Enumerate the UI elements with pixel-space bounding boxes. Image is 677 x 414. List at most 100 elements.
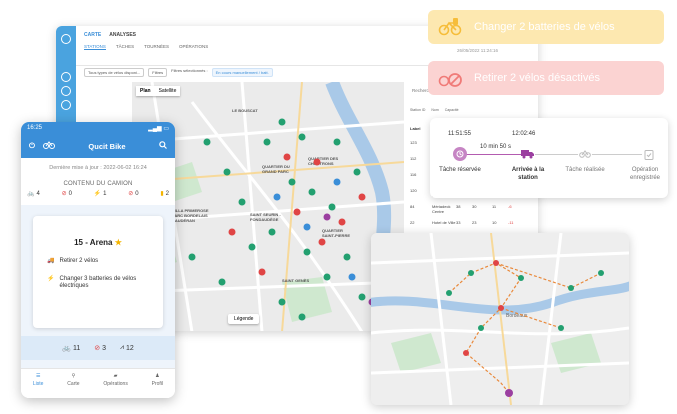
disabled-bike-icon: ⊘: [61, 191, 67, 197]
step-arrival-label: Arrivée à la station: [511, 167, 545, 181]
filters-button[interactable]: Filtres: [148, 68, 168, 77]
table-cell: -11: [508, 220, 514, 225]
station-nav-icon[interactable]: [61, 86, 71, 96]
table-cell: 11: [492, 204, 497, 209]
bike-icon[interactable]: [42, 141, 55, 151]
subtab-taches[interactable]: TÂCHES: [116, 44, 134, 50]
truck-count-battery: ▮ 2: [160, 190, 169, 198]
truck-nav-icon[interactable]: [61, 100, 71, 110]
person-icon: ♟: [155, 373, 160, 379]
notification-remove-bikes[interactable]: Retirer 2 vélos désactivés: [428, 61, 664, 95]
table-cell: 22: [410, 220, 415, 225]
map-satellite-tab[interactable]: Satellite: [155, 86, 181, 96]
nav-carte[interactable]: ⚲ Carte: [67, 369, 79, 398]
bike-icon: 🚲: [27, 191, 35, 197]
power-icon[interactable]: ⏻: [29, 141, 35, 151]
star-icon[interactable]: ★: [115, 238, 122, 247]
table-cell: 84: [410, 204, 415, 209]
last-update-text: Dernière mise à jour : 2022-06-02 16:24: [49, 165, 147, 171]
table-cell: 123: [410, 140, 417, 145]
task-remove-bikes: 🚚 Retirer 2 vélos: [47, 258, 99, 264]
logo-icon: [61, 34, 71, 44]
table-cell: Hotel de Ville: [432, 220, 456, 225]
table-cell: 23: [472, 220, 477, 225]
step-reserved-label: Tâche réservée: [439, 167, 481, 173]
table-filter-id[interactable]: Station ID: [410, 108, 425, 112]
station-title: 15 - Arena ★: [74, 238, 122, 247]
notification-text: Retirer 2 vélos désactivés: [474, 72, 600, 84]
ebike-battery-icon: [438, 18, 462, 36]
task-change-batteries: ⚡ Changer 3 batteries de vélos électriqu…: [47, 276, 137, 290]
filter-bar: Tous types de vélos disponi... Filtres F…: [84, 68, 273, 77]
route-map[interactable]: Bordeaux: [371, 233, 629, 405]
walk-icon: ⩘: [120, 344, 124, 351]
svg-text:LE BOUSCAT: LE BOUSCAT: [232, 108, 258, 113]
dashboard-date: 26/05/2022 11:24:16: [457, 48, 498, 53]
active-filter-chip[interactable]: En cours manuellement / batt.: [211, 68, 273, 77]
notification-change-batteries[interactable]: Changer 2 batteries de vélos: [428, 10, 664, 44]
table-row[interactable]: 22 Hotel de Ville 33 23 10 -11: [410, 220, 534, 225]
tab-analyses[interactable]: ANALYSES: [109, 32, 136, 38]
task-summary-counts: 🚲 11 ⊘ 3 ⩘ 12: [21, 336, 175, 360]
list-icon: ☰: [35, 373, 41, 379]
bike-task-icon: [578, 147, 592, 161]
mobile-app: 16:25 ▂▄▆ ▭ ⏻ Qucit Bike Dernière mise à…: [21, 122, 175, 398]
app-title: Qucit Bike: [88, 141, 126, 151]
disabled-bike-icon: [438, 73, 462, 87]
table-row[interactable]: 84 Mériadeck Centre 38 30 11 -6: [410, 204, 534, 214]
task-timeline: 11:51:55 12:02:46 10 min 50 s Tâche rése…: [430, 118, 668, 198]
map-pin-icon: ⚲: [71, 373, 76, 379]
truck-count-ebike: ⚡ 1: [93, 190, 107, 198]
table-filter-name[interactable]: Nom: [431, 108, 438, 112]
timeline-segment-done: [464, 154, 528, 155]
svg-text:FONDAUDÈGE: FONDAUDÈGE: [250, 217, 279, 222]
table-cell: 116: [410, 172, 417, 177]
bike-nav-icon[interactable]: [61, 72, 71, 82]
timeline-end-time: 12:02:46: [512, 131, 536, 137]
station-task-card[interactable]: 15 - Arena ★ 🚚 Retirer 2 vélos ⚡ Changer…: [33, 216, 163, 328]
tab-carte[interactable]: CARTE: [84, 32, 101, 38]
subtab-stations[interactable]: STATIONS: [84, 44, 106, 50]
status-bar: 16:25 ▂▄▆ ▭: [21, 122, 175, 134]
table-cell: Mériadeck Centre: [432, 204, 451, 214]
truck-count-disabled: ⊘ 0: [61, 190, 72, 198]
battery-icon: ▮: [160, 191, 164, 197]
truck-count-disabled-ebike: ⊘ 0: [128, 190, 139, 198]
svg-text:GRAND PARC: GRAND PARC: [262, 169, 289, 174]
nav-liste[interactable]: ☰ Liste: [33, 369, 44, 398]
map-plan-tab[interactable]: Plan: [136, 86, 155, 96]
ebike-icon: ⚡: [93, 191, 102, 197]
summary-disabled: ⊘ 3: [94, 344, 107, 353]
disabled-bike-icon: ⊘: [94, 345, 101, 352]
timeline-start-time: 11:51:55: [448, 131, 471, 137]
search-icon[interactable]: [159, 141, 167, 151]
truck-icon: ▰: [113, 373, 118, 379]
step-recorded-label: Opération enregistrée: [629, 167, 661, 181]
nav-operations[interactable]: ▰ Opérations: [103, 369, 127, 398]
status-time: 16:25: [27, 125, 43, 131]
truck-counts: 🚲 4 ⊘ 0 ⚡ 1 ⊘ 0 ▮ 2: [21, 187, 175, 200]
disabled-ebike-icon: ⊘: [128, 191, 134, 197]
col-label[interactable]: Label: [410, 126, 432, 131]
table-cell: 38: [456, 204, 461, 209]
clipboard-icon: [642, 147, 656, 161]
truck-icon: 🚚: [47, 258, 55, 264]
legend-button[interactable]: Légende: [228, 314, 260, 324]
subtab-operations[interactable]: OPÉRATIONS: [179, 44, 208, 50]
truck-icon: [521, 147, 535, 161]
route-map-canvas: Bordeaux: [371, 233, 629, 405]
subtab-tournees[interactable]: TOURNÉES: [144, 44, 169, 50]
notification-text: Changer 2 batteries de vélos: [474, 21, 615, 33]
summary-people: ⩘ 12: [120, 344, 134, 352]
bike-type-filter[interactable]: Tous types de vélos disponi...: [84, 68, 145, 77]
nav-profil[interactable]: ♟ Profil: [152, 369, 163, 398]
svg-text:CAUDÉRAN: CAUDÉRAN: [172, 218, 195, 223]
ebike-icon: ⚡: [47, 276, 55, 283]
app-header: ⏻ Qucit Bike: [21, 134, 175, 158]
composite-stage: CARTE ANALYSES STATIONS TÂCHES TOURNÉES …: [0, 0, 677, 414]
table-filter-capacity[interactable]: Capacité: [445, 108, 459, 112]
svg-text:SAINT GENÈS: SAINT GENÈS: [282, 278, 309, 283]
bottom-nav: ☰ Liste ⚲ Carte ▰ Opérations ♟ Profil: [21, 368, 175, 398]
table-cell: 30: [472, 204, 477, 209]
table-cell: 120: [410, 188, 417, 193]
